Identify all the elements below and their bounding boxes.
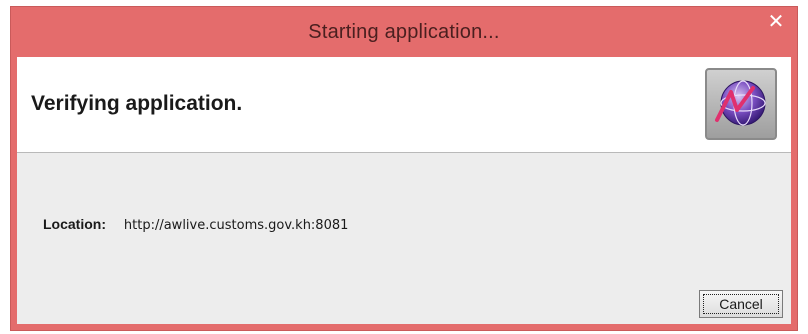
status-heading: Verifying application. [31,92,243,115]
location-row: Location: http://awlive.customs.gov.kh:8… [43,216,348,233]
location-label: Location: [43,216,106,232]
window-title: Starting application... [308,21,500,43]
cancel-button[interactable]: Cancel [699,290,783,318]
title-bar[interactable]: Starting application... ✕ [11,7,797,57]
cancel-button-label: Cancel [719,296,763,312]
header-panel: Verifying application. [17,57,791,153]
java-web-start-icon [705,68,777,140]
starting-application-dialog: Starting application... ✕ Verifying appl… [10,6,798,331]
close-button[interactable]: ✕ [759,9,793,35]
dialog-content: Verifying application. Location: http://… [17,57,791,324]
location-value: http://awlive.customs.gov.kh:8081 [123,218,349,233]
close-icon: ✕ [767,11,785,33]
